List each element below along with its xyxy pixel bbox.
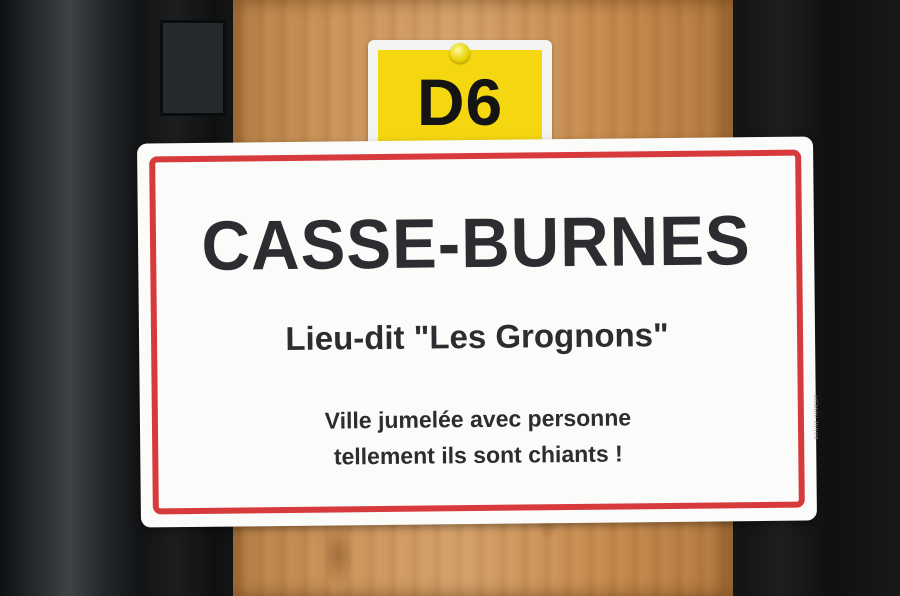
photo-scene: D6 CASSE-BURNES Lieu-dit "Les Grognons" … [0,0,900,596]
background-fixture [160,20,226,116]
road-number-label: D6 [416,65,504,139]
town-sign-title: CASSE-BURNES [201,201,752,285]
road-number-plate-face: D6 [378,50,542,148]
pushpin-icon [450,43,470,63]
town-sign-subtitle: Lieu-dit "Les Grognons" [285,315,669,358]
sign-brand-mark: BONNE HUMEUR [813,394,821,440]
town-sign: CASSE-BURNES Lieu-dit "Les Grognons" Vil… [137,136,821,528]
wood-knot [323,520,353,590]
